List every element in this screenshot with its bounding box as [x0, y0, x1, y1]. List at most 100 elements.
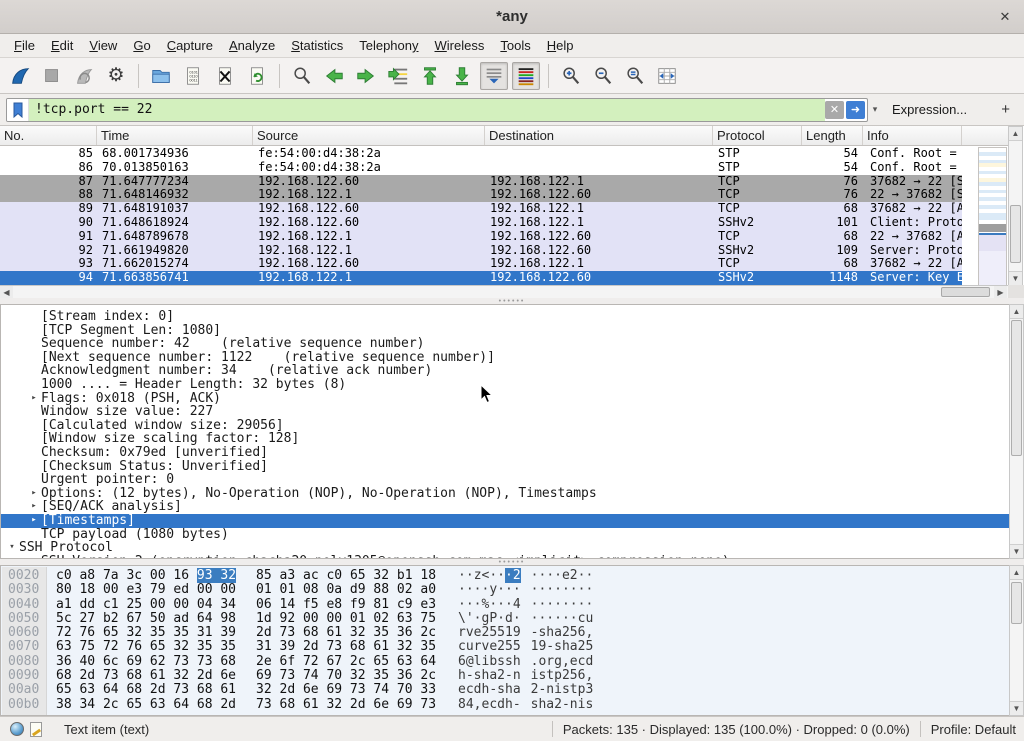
filter-history-caret-icon[interactable]: ▾ — [868, 99, 882, 121]
scroll-left-icon[interactable]: ◀ — [0, 286, 13, 298]
start-capture-icon[interactable] — [6, 62, 34, 90]
packet-list-horizontal-scrollbar[interactable]: ◀ ▶ — [0, 285, 1008, 298]
go-forward-icon[interactable] — [352, 62, 380, 90]
display-filter-input[interactable] — [29, 99, 825, 121]
packet-list-vertical-scrollbar[interactable]: ▲ ▼ — [1008, 126, 1023, 286]
hex-row[interactable]: 0020c0 a8 7a 3c 00 16 93 3285 a3 ac c0 6… — [1, 569, 1023, 583]
scroll-down-icon[interactable]: ▼ — [1010, 701, 1023, 715]
scroll-right-icon[interactable]: ▶ — [994, 286, 1007, 298]
menu-view[interactable]: View — [81, 35, 125, 56]
resize-columns-icon[interactable] — [653, 62, 681, 90]
apply-filter-icon[interactable]: ➜ — [846, 101, 865, 119]
scrollbar-thumb[interactable] — [1011, 320, 1022, 456]
packet-row-92[interactable]: 9271.661949820192.168.122.1192.168.122.6… — [0, 244, 962, 258]
packet-row-85[interactable]: 8568.001734936fe:54:00:d4:38:2aSTP54Conf… — [0, 147, 962, 161]
detail-line[interactable]: Sequence number: 42 (relative sequence n… — [1, 337, 1023, 351]
reload-file-icon[interactable] — [243, 62, 271, 90]
details-vertical-scrollbar[interactable]: ▲ ▼ — [1009, 304, 1024, 559]
scrollbar-thumb[interactable] — [941, 287, 990, 297]
scroll-up-icon[interactable]: ▲ — [1010, 566, 1023, 580]
detail-line[interactable]: [Window size scaling factor: 128] — [1, 432, 1023, 446]
menu-go[interactable]: Go — [125, 35, 158, 56]
detail-line[interactable]: ▸[SEQ/ACK analysis] — [1, 500, 1023, 514]
bookmark-icon[interactable] — [7, 99, 29, 121]
packet-row-89[interactable]: 8971.648191037192.168.122.60192.168.122.… — [0, 202, 962, 216]
detail-line[interactable]: Urgent pointer: 0 — [1, 473, 1023, 487]
capture-comment-icon[interactable] — [30, 722, 42, 737]
scroll-up-icon[interactable]: ▲ — [1009, 127, 1022, 141]
packet-row-87[interactable]: 8771.647777234192.168.122.60192.168.122.… — [0, 175, 962, 189]
detail-line[interactable]: [Stream index: 0] — [1, 310, 1023, 324]
detail-line-timestamps-selected[interactable]: ▸[Timestamps] — [1, 514, 1009, 528]
column-header-length[interactable]: Length — [802, 126, 863, 145]
menu-tools[interactable]: Tools — [492, 35, 538, 56]
intelligent-scrollbar-minimap[interactable] — [978, 147, 1007, 286]
auto-scroll-icon[interactable] — [480, 62, 508, 90]
column-header-time[interactable]: Time — [97, 126, 253, 145]
detail-line[interactable]: TCP payload (1080 bytes) — [1, 528, 1023, 542]
scrollbar-thumb[interactable] — [1010, 205, 1021, 263]
zoom-in-icon[interactable] — [557, 62, 585, 90]
packet-row-86[interactable]: 8670.013850163fe:54:00:d4:38:2aSTP54Conf… — [0, 161, 962, 175]
detail-line[interactable]: ▸Flags: 0x018 (PSH, ACK) — [1, 392, 1023, 406]
scroll-up-icon[interactable]: ▲ — [1010, 305, 1023, 319]
close-file-icon[interactable] — [211, 62, 239, 90]
go-to-packet-icon[interactable] — [384, 62, 412, 90]
packet-row-94-selected[interactable]: 9471.663856741192.168.122.1192.168.122.6… — [0, 271, 962, 285]
restart-capture-icon[interactable] — [70, 62, 98, 90]
detail-line[interactable]: 1000 .... = Header Length: 32 bytes (8) — [1, 378, 1023, 392]
zoom-original-icon[interactable] — [621, 62, 649, 90]
open-file-icon[interactable] — [147, 62, 175, 90]
capture-options-icon[interactable]: ⚙ — [102, 62, 130, 90]
scrollbar-thumb[interactable] — [1011, 582, 1022, 624]
column-header-no[interactable]: No. — [0, 126, 97, 145]
detail-line[interactable]: Acknowledgment number: 34 (relative ack … — [1, 364, 1023, 378]
status-profile[interactable]: Profile: Default — [931, 722, 1016, 737]
expert-info-icon[interactable] — [10, 722, 24, 736]
go-last-icon[interactable] — [448, 62, 476, 90]
detail-line[interactable]: ▸Options: (12 bytes), No-Operation (NOP)… — [1, 487, 1023, 501]
zoom-out-icon[interactable] — [589, 62, 617, 90]
menu-capture[interactable]: Capture — [159, 35, 221, 56]
hex-row[interactable]: 006072 76 65 32 35 35 31 392d 73 68 61 3… — [1, 626, 1023, 640]
packet-row-93[interactable]: 9371.662015274192.168.122.60192.168.122.… — [0, 257, 962, 271]
scroll-down-icon[interactable]: ▼ — [1010, 544, 1023, 558]
packet-row-88[interactable]: 8871.648146932192.168.122.1192.168.122.6… — [0, 188, 962, 202]
menu-analyze[interactable]: Analyze — [221, 35, 283, 56]
colorize-icon[interactable] — [512, 62, 540, 90]
column-header-destination[interactable]: Destination — [485, 126, 713, 145]
hex-row[interactable]: 00505c 27 b2 67 50 ad 64 981d 92 00 00 0… — [1, 612, 1023, 626]
expression-button[interactable]: Expression... — [882, 102, 977, 117]
detail-line[interactable]: [TCP Segment Len: 1080] — [1, 324, 1023, 338]
add-filter-button[interactable]: + — [993, 101, 1018, 118]
save-file-icon[interactable]: 010101100011 — [179, 62, 207, 90]
column-header-info[interactable]: Info — [863, 126, 962, 145]
menu-help[interactable]: Help — [539, 35, 582, 56]
hex-row[interactable]: 00b038 34 2c 65 63 64 68 2d73 68 61 32 2… — [1, 698, 1023, 712]
hex-vertical-scrollbar[interactable]: ▲ ▼ — [1009, 565, 1024, 716]
menu-file[interactable]: File — [6, 35, 43, 56]
hex-row[interactable]: 008036 40 6c 69 62 73 73 682e 6f 72 67 2… — [1, 655, 1023, 669]
go-first-icon[interactable] — [416, 62, 444, 90]
hex-row[interactable]: 00a065 63 64 68 2d 73 68 6132 2d 6e 69 7… — [1, 683, 1023, 697]
menu-statistics[interactable]: Statistics — [283, 35, 351, 56]
hex-row[interactable]: 007063 75 72 76 65 32 35 3531 39 2d 73 6… — [1, 640, 1023, 654]
packet-row-91[interactable]: 9171.648789678192.168.122.1192.168.122.6… — [0, 230, 962, 244]
go-back-icon[interactable] — [320, 62, 348, 90]
detail-line[interactable]: Window size value: 227 — [1, 405, 1023, 419]
menu-edit[interactable]: Edit — [43, 35, 81, 56]
hex-row[interactable]: 009068 2d 73 68 61 32 2d 6e69 73 74 70 3… — [1, 669, 1023, 683]
menu-telephony[interactable]: Telephony — [351, 35, 426, 56]
detail-line[interactable]: Checksum: 0x79ed [unverified] — [1, 446, 1023, 460]
detail-line[interactable]: [Checksum Status: Unverified] — [1, 460, 1023, 474]
menu-wireless[interactable]: Wireless — [427, 35, 493, 56]
detail-line[interactable]: [Calculated window size: 29056] — [1, 419, 1023, 433]
clear-filter-icon[interactable]: ✕ — [825, 101, 844, 119]
stop-capture-icon[interactable] — [38, 62, 66, 90]
hex-row[interactable]: 003080 18 00 e3 79 ed 00 0001 01 08 0a d… — [1, 583, 1023, 597]
detail-line-ssh-protocol[interactable]: ▾SSH Protocol — [1, 541, 1023, 555]
packet-row-90[interactable]: 9071.648618924192.168.122.60192.168.122.… — [0, 216, 962, 230]
column-header-source[interactable]: Source — [253, 126, 485, 145]
hex-row[interactable]: 0040a1 dd c1 25 00 00 04 3406 14 f5 e8 f… — [1, 598, 1023, 612]
column-header-protocol[interactable]: Protocol — [713, 126, 802, 145]
